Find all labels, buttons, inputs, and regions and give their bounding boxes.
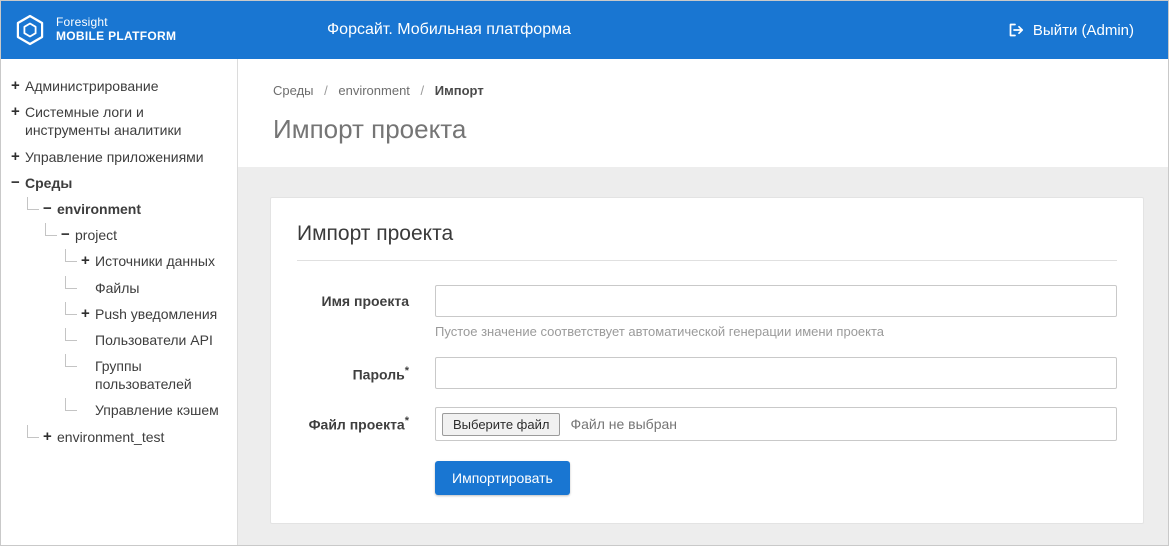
expand-icon[interactable]: + <box>81 252 95 270</box>
expand-icon[interactable]: + <box>43 428 57 446</box>
tree-item-environments[interactable]: − Среды <box>5 170 231 196</box>
tree-item-cache-management[interactable]: Управление кэшем <box>5 397 231 423</box>
project-name-field-wrap: Пустое значение соответствует автоматиче… <box>435 285 1117 339</box>
expand-icon[interactable]: + <box>11 148 25 166</box>
breadcrumb-item-import: Импорт <box>435 83 484 98</box>
project-file-label-text: Файл проекта <box>309 417 405 433</box>
card-title: Импорт проекта <box>297 222 1117 261</box>
tree-connector <box>65 354 77 367</box>
logout-label: Выйти (Admin) <box>1033 22 1134 39</box>
expand-icon[interactable]: + <box>81 305 95 323</box>
file-input[interactable]: Выберите файл Файл не выбран <box>435 407 1117 441</box>
password-label: Пароль* <box>297 357 409 389</box>
tree-item-label: Управление приложениями <box>25 148 229 166</box>
app-header: Foresight MOBILE PLATFORM Форсайт. Мобил… <box>1 1 1168 59</box>
project-file-field-wrap: Выберите файл Файл не выбран <box>435 407 1117 441</box>
logo: Foresight MOBILE PLATFORM <box>1 13 176 47</box>
tree-item-user-groups[interactable]: Группы пользователей <box>5 353 231 397</box>
tree-item-label: Управление кэшем <box>95 401 229 419</box>
tree-connector <box>65 249 77 262</box>
body-row: + Администрирование + Системные логи и и… <box>1 59 1168 545</box>
tree-item-label: Источники данных <box>95 252 229 270</box>
expand-icon[interactable]: + <box>11 77 25 95</box>
expand-icon[interactable]: + <box>11 103 25 121</box>
choose-file-button[interactable]: Выберите файл <box>442 413 560 436</box>
sidebar: + Администрирование + Системные логи и и… <box>1 59 238 545</box>
collapse-icon[interactable]: − <box>43 200 57 218</box>
password-label-text: Пароль <box>353 367 405 383</box>
tree-item-label: Файлы <box>95 279 229 297</box>
tree-connector <box>65 328 77 341</box>
breadcrumb: Среды / environment / Импорт <box>273 83 1144 98</box>
tree-item-files[interactable]: Файлы <box>5 275 231 301</box>
tree-item-project[interactable]: − project <box>5 222 231 248</box>
password-field-wrap <box>435 357 1117 389</box>
collapse-icon[interactable]: − <box>11 174 25 192</box>
tree-connector <box>45 223 57 236</box>
tree-item-system-logs[interactable]: + Системные логи и инструменты аналитики <box>5 99 231 143</box>
content-area: Импорт проекта Имя проекта Пустое значен… <box>238 167 1168 545</box>
tree-item-label: Push уведомления <box>95 305 229 323</box>
tree-item-label: Группы пользователей <box>95 357 229 393</box>
project-name-input[interactable] <box>435 285 1117 317</box>
project-file-label: Файл проекта* <box>297 407 409 441</box>
required-asterisk: * <box>405 365 409 377</box>
tree-item-app-management[interactable]: + Управление приложениями <box>5 144 231 170</box>
logo-subtitle: MOBILE PLATFORM <box>56 30 176 44</box>
password-input[interactable] <box>435 357 1117 389</box>
form-row-project-file: Файл проекта* Выберите файл Файл не выбр… <box>297 407 1117 441</box>
breadcrumb-item-environments[interactable]: Среды <box>273 83 314 98</box>
required-asterisk: * <box>405 415 409 427</box>
collapse-icon[interactable]: − <box>61 226 75 244</box>
breadcrumb-item-environment[interactable]: environment <box>338 83 410 98</box>
tree-connector <box>27 197 39 210</box>
logo-text: Foresight MOBILE PLATFORM <box>56 16 176 44</box>
submit-row: Импортировать <box>297 461 1117 495</box>
page-head: Среды / environment / Импорт Импорт прое… <box>238 59 1168 167</box>
tree-connector <box>65 302 77 315</box>
tree-item-label: environment_test <box>57 428 229 446</box>
file-status-text: Файл не выбран <box>570 416 677 432</box>
tree-connector <box>65 398 77 411</box>
main-content: Среды / environment / Импорт Импорт прое… <box>238 59 1168 545</box>
project-name-label: Имя проекта <box>297 285 409 339</box>
foresight-logo-icon <box>13 13 47 47</box>
tree-connector <box>27 425 39 438</box>
tree-item-label: Администрирование <box>25 77 229 95</box>
form-row-password: Пароль* <box>297 357 1117 389</box>
tree-item-environment-test[interactable]: + environment_test <box>5 424 231 450</box>
tree-item-label: environment <box>57 200 229 218</box>
logo-title: Foresight <box>56 16 176 30</box>
tree-item-push-notifications[interactable]: + Push уведомления <box>5 301 231 327</box>
import-button[interactable]: Импортировать <box>435 461 570 495</box>
app-title: Форсайт. Мобильная платформа <box>327 1 571 59</box>
tree-item-label: Пользователи API <box>95 331 229 349</box>
tree-item-administration[interactable]: + Администрирование <box>5 73 231 99</box>
app-root: Foresight MOBILE PLATFORM Форсайт. Мобил… <box>0 0 1169 546</box>
tree-item-label: project <box>75 226 229 244</box>
tree-item-data-sources[interactable]: + Источники данных <box>5 248 231 274</box>
project-name-help-text: Пустое значение соответствует автоматиче… <box>435 324 1117 339</box>
breadcrumb-separator: / <box>324 83 328 98</box>
project-name-label-text: Имя проекта <box>322 293 409 309</box>
form-row-project-name: Имя проекта Пустое значение соответствуе… <box>297 285 1117 339</box>
breadcrumb-separator: / <box>421 83 425 98</box>
logout-button[interactable]: Выйти (Admin) <box>1007 1 1134 59</box>
submit-spacer <box>297 461 435 495</box>
import-project-card: Импорт проекта Имя проекта Пустое значен… <box>270 197 1144 524</box>
tree-item-label: Системные логи и инструменты аналитики <box>25 103 229 139</box>
tree-item-label: Среды <box>25 174 229 192</box>
tree-connector <box>65 276 77 289</box>
page-title: Импорт проекта <box>273 114 1144 145</box>
logout-icon <box>1007 21 1025 39</box>
tree-item-api-users[interactable]: Пользователи API <box>5 327 231 353</box>
tree-item-environment[interactable]: − environment <box>5 196 231 222</box>
